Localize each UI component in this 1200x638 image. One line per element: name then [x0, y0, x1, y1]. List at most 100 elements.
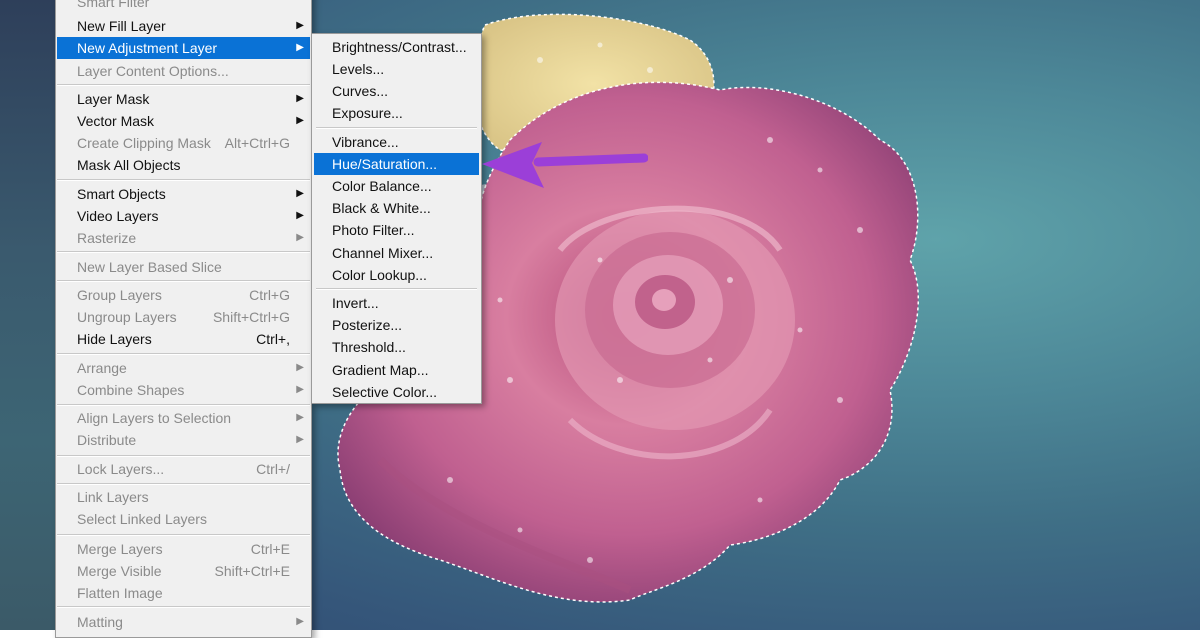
menu-item-align-layers-to-selection[interactable]: Align Layers to Selection ▶ [57, 407, 310, 429]
submenu-item-label: Color Lookup... [332, 267, 427, 283]
submenu-item-black-white[interactable]: Black & White... [314, 197, 479, 219]
chevron-right-icon: ▶ [296, 412, 304, 423]
chevron-right-icon: ▶ [296, 115, 304, 126]
menu-separator [57, 84, 310, 86]
submenu-item-color-balance[interactable]: Color Balance... [314, 175, 479, 197]
chevron-right-icon: ▶ [296, 362, 304, 373]
submenu-item-label: Brightness/Contrast... [332, 39, 467, 55]
chevron-right-icon: ▶ [296, 42, 304, 53]
submenu-item-channel-mixer[interactable]: Channel Mixer... [314, 242, 479, 264]
canvas-left-edge [0, 0, 55, 630]
layer-menu: Smart Filter New Fill Layer ▶ New Adjustmen… [55, 0, 312, 638]
menu-item-layer-content-options[interactable]: Layer Content Options... [57, 60, 310, 82]
menu-item-vector-mask[interactable]: Vector Mask ▶ [57, 110, 310, 132]
menu-item-label: Align Layers to Selection [77, 410, 232, 426]
menu-item-new-adjustment-layer[interactable]: New Adjustment Layer ▶ [57, 37, 310, 59]
menu-item-link-layers[interactable]: Link Layers [57, 486, 310, 508]
submenu-item-label: Selective Color... [332, 384, 438, 400]
menu-item-mask-all-objects[interactable]: Mask All Objects [57, 154, 310, 176]
menu-item-group-layers[interactable]: Group Layers Ctrl+G [57, 284, 310, 306]
menu-item-rasterize[interactable]: Rasterize ▶ [57, 227, 310, 249]
menu-item-flatten-image[interactable]: Flatten Image [57, 582, 310, 604]
chevron-right-icon: ▶ [296, 210, 304, 221]
menu-item-label: Vector Mask [77, 113, 155, 129]
menu-item-shortcut: Alt+Ctrl+G [224, 135, 290, 151]
menu-item-hide-layers[interactable]: Hide Layers Ctrl+, [57, 328, 310, 350]
submenu-item-invert[interactable]: Invert... [314, 292, 479, 314]
chevron-right-icon: ▶ [296, 93, 304, 104]
menu-item-create-clipping-mask[interactable]: Create Clipping Mask Alt+Ctrl+G [57, 132, 310, 154]
submenu-item-photo-filter[interactable]: Photo Filter... [314, 219, 479, 241]
chevron-right-icon: ▶ [296, 232, 304, 243]
menu-item-lock-layers[interactable]: Lock Layers... Ctrl+/ [57, 458, 310, 480]
menu-item-distribute[interactable]: Distribute ▶ [57, 429, 310, 451]
menu-separator [316, 127, 477, 129]
menu-item-label: Flatten Image [77, 585, 163, 601]
menu-separator [57, 280, 310, 282]
menu-separator [57, 251, 310, 253]
submenu-item-label: Black & White... [332, 200, 431, 216]
submenu-item-selective-color[interactable]: Selective Color... [314, 381, 479, 403]
menu-item-smart-objects[interactable]: Smart Objects ▶ [57, 183, 310, 205]
chevron-right-icon: ▶ [296, 384, 304, 395]
submenu-item-posterize[interactable]: Posterize... [314, 314, 479, 336]
menu-separator [57, 404, 310, 406]
menu-item-label: New Layer Based Slice [77, 259, 222, 275]
submenu-item-threshold[interactable]: Threshold... [314, 336, 479, 358]
menu-item-label: Smart Objects [77, 186, 166, 202]
menu-item-new-layer-based-slice[interactable]: New Layer Based Slice [57, 256, 310, 278]
menu-item-label: Ungroup Layers [77, 309, 177, 325]
menu-item-merge-layers[interactable]: Merge Layers Ctrl+E [57, 538, 310, 560]
menu-item-label: Layer Content Options... [77, 63, 229, 79]
menu-item-smart-filter[interactable]: Smart Filter [57, 0, 310, 13]
submenu-item-gradient-map[interactable]: Gradient Map... [314, 359, 479, 381]
submenu-item-label: Threshold... [332, 339, 406, 355]
submenu-item-label: Posterize... [332, 317, 403, 333]
submenu-item-curves[interactable]: Curves... [314, 80, 479, 102]
chevron-right-icon: ▶ [296, 20, 304, 31]
menu-item-video-layers[interactable]: Video Layers ▶ [57, 205, 310, 227]
submenu-item-levels[interactable]: Levels... [314, 58, 479, 80]
menu-item-shortcut: Ctrl+G [249, 287, 290, 303]
menu-item-label: Merge Visible [77, 563, 162, 579]
menu-item-shortcut: Shift+Ctrl+G [212, 309, 290, 325]
menu-separator [57, 179, 310, 181]
chevron-right-icon: ▶ [296, 434, 304, 445]
menu-item-combine-shapes[interactable]: Combine Shapes ▶ [57, 379, 310, 401]
menu-item-label: Hide Layers [77, 331, 152, 347]
submenu-item-vibrance[interactable]: Vibrance... [314, 131, 479, 153]
submenu-item-color-lookup[interactable]: Color Lookup... [314, 264, 479, 286]
menu-item-label: Link Layers [77, 489, 149, 505]
menu-item-shortcut: Shift+Ctrl+E [214, 563, 290, 579]
menu-item-label: New Adjustment Layer [77, 40, 218, 56]
submenu-item-label: Invert... [332, 295, 379, 311]
submenu-item-label: Curves... [332, 83, 389, 99]
menu-separator [57, 483, 310, 485]
menu-item-merge-visible[interactable]: Merge Visible Shift+Ctrl+E [57, 560, 310, 582]
menu-item-label: Group Layers [77, 287, 162, 303]
menu-item-ungroup-layers[interactable]: Ungroup Layers Shift+Ctrl+G [57, 306, 310, 328]
pointer-arrow-icon [482, 142, 648, 188]
submenu-item-label: Color Balance... [332, 178, 432, 194]
menu-item-new-fill-layer[interactable]: New Fill Layer ▶ [57, 15, 310, 37]
menu-item-layer-mask[interactable]: Layer Mask ▶ [57, 88, 310, 110]
submenu-item-hue-saturation[interactable]: Hue/Saturation... [314, 153, 479, 175]
menu-item-label: Smart Filter [77, 0, 150, 10]
menu-item-label: Merge Layers [77, 541, 163, 557]
submenu-item-exposure[interactable]: Exposure... [314, 102, 479, 124]
menu-item-label: Combine Shapes [77, 382, 185, 398]
submenu-item-brightness-contrast[interactable]: Brightness/Contrast... [314, 36, 479, 58]
chevron-right-icon: ▶ [296, 188, 304, 199]
menu-item-shortcut: Ctrl+, [256, 331, 290, 347]
new-adjustment-layer-submenu: Brightness/Contrast... Levels... Curves...… [311, 33, 482, 404]
menu-item-label: Video Layers [77, 208, 159, 224]
menu-item-label: New Fill Layer [77, 18, 166, 34]
submenu-item-label: Levels... [332, 61, 385, 77]
menu-item-label: Create Clipping Mask [77, 135, 211, 151]
menu-item-select-linked-layers[interactable]: Select Linked Layers [57, 508, 310, 530]
submenu-item-label: Vibrance... [332, 134, 399, 150]
menu-item-label: Select Linked Layers [77, 511, 207, 527]
menu-item-arrange[interactable]: Arrange ▶ [57, 357, 310, 379]
menu-separator [57, 606, 310, 608]
menu-separator [57, 353, 310, 355]
